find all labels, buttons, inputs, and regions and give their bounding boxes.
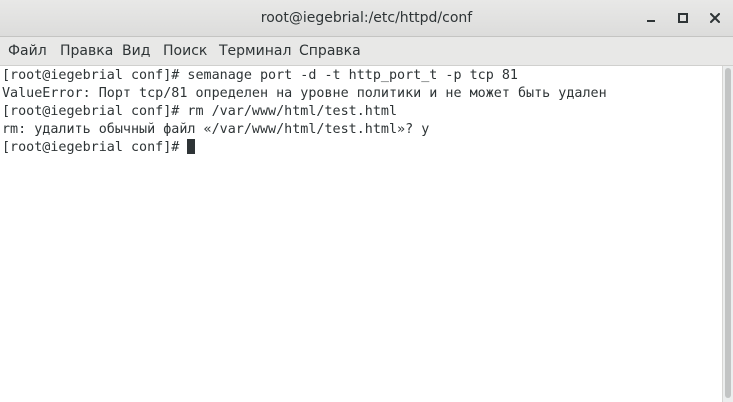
close-icon bbox=[710, 13, 720, 23]
maximize-button[interactable] bbox=[673, 8, 693, 28]
minimize-button[interactable] bbox=[641, 8, 661, 28]
menu-view[interactable]: Вид bbox=[122, 37, 150, 65]
menu-bar: Файл Правка Вид Поиск Терминал Справка bbox=[0, 37, 733, 66]
scrollbar-thumb[interactable] bbox=[725, 68, 731, 398]
maximize-icon bbox=[678, 13, 688, 23]
terminal-prompt: [root@iegebrial conf]# bbox=[2, 140, 188, 155]
menu-edit[interactable]: Правка bbox=[60, 37, 113, 65]
window-title: root@iegebrial:/etc/httpd/conf bbox=[260, 10, 473, 26]
terminal-output[interactable]: [root@iegebrial conf]# semanage port -d … bbox=[0, 66, 722, 402]
menu-search[interactable]: Поиск bbox=[163, 37, 207, 65]
text-cursor bbox=[187, 139, 196, 154]
terminal-line: [root@iegebrial conf]# semanage port -d … bbox=[2, 68, 518, 83]
terminal-window: root@iegebrial:/etc/httpd/conf Файл Прав… bbox=[0, 0, 733, 402]
terminal-prompt-line: [root@iegebrial conf]# bbox=[0, 139, 722, 157]
menu-help[interactable]: Справка bbox=[299, 37, 361, 65]
terminal-line: ValueError: Порт tcp/81 определен на уро… bbox=[2, 86, 607, 101]
minimize-icon bbox=[647, 20, 655, 22]
terminal-line: [root@iegebrial conf]# rm /var/www/html/… bbox=[2, 104, 398, 119]
close-button[interactable] bbox=[705, 8, 725, 28]
menu-file[interactable]: Файл bbox=[8, 37, 47, 65]
menu-terminal[interactable]: Терминал bbox=[219, 37, 291, 65]
terminal-line: rm: удалить обычный файл «/var/www/html/… bbox=[2, 122, 430, 137]
title-bar[interactable]: root@iegebrial:/etc/httpd/conf bbox=[0, 0, 733, 37]
vertical-scrollbar[interactable] bbox=[722, 66, 733, 402]
